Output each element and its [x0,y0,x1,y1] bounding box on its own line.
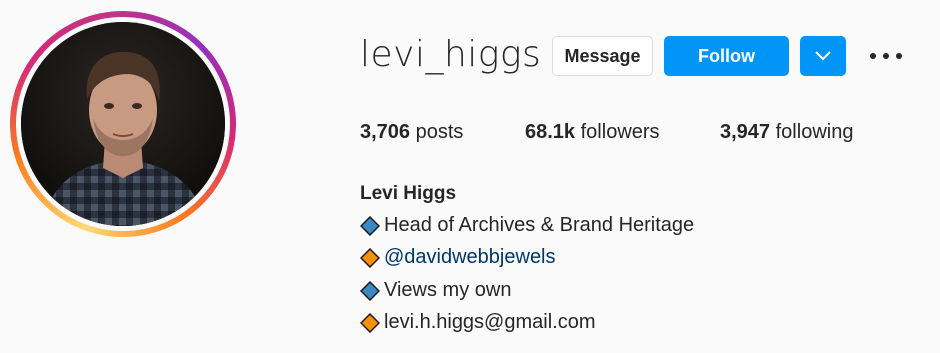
blue-diamond-icon [360,215,380,236]
dot [870,53,876,59]
followers-label: followers [580,121,660,143]
more-options-icon[interactable] [870,46,902,66]
following-number: 3,947 [720,121,771,143]
orange-diamond-icon [360,312,380,333]
bio-line-disclaimer: Views my own [360,279,511,302]
dot [883,53,889,59]
avatar-border [16,17,230,231]
bio-line-email: levi.h.higgs@gmail.com [360,311,596,334]
dot [896,53,902,59]
mention-link[interactable]: @davidwebbjewels [384,246,556,269]
posts-number: 3,706 [360,121,411,143]
following-label: following [775,121,854,143]
suggested-dropdown-button[interactable] [800,36,846,76]
bio-text: Head of Archives & Brand Heritage [384,214,695,236]
chevron-down-icon [815,51,831,61]
bio-line-title: Head of Archives & Brand Heritage [360,214,694,237]
bio-full-name: Levi Higgs [360,183,457,204]
orange-diamond-icon [360,247,380,268]
followers-link[interactable]: 68.1k followers [525,121,660,144]
bio-text: Views my own [384,279,512,301]
message-button[interactable]: Message [552,36,653,76]
avatar[interactable] [21,22,225,226]
following-link[interactable]: 3,947 following [720,121,853,144]
blue-diamond-icon [360,280,380,301]
story-ring[interactable] [10,11,236,237]
bio-email: levi.h.higgs@gmail.com [384,311,596,333]
posts-label: posts [415,121,464,143]
followers-number: 68.1k [525,121,576,143]
profile-photo [21,22,225,226]
profile-username: levi_higgs [360,34,542,75]
bio-line-mention: @davidwebbjewels [360,246,556,269]
posts-count: 3,706 posts [360,121,463,144]
follow-button[interactable]: Follow [664,36,789,76]
